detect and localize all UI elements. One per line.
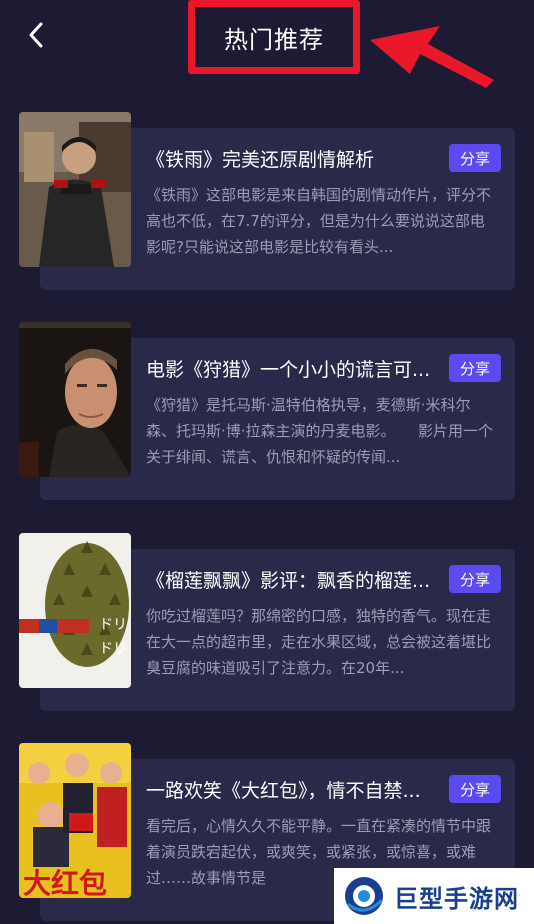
share-button[interactable]: 分享 [449,144,501,172]
article-title[interactable]: 一路欢笑《大红包》，情不自禁... [146,778,436,804]
back-button[interactable] [22,20,50,50]
list-item[interactable]: ドリ ドリ 《榴莲飘飘》影评：飘香的榴莲... 分享 你吃过榴莲吗？那绵密的口感… [0,533,534,713]
annotation-arrow-icon [370,26,494,88]
poster-thumbnail[interactable] [19,112,131,267]
article-title[interactable]: 《铁雨》完美还原剧情解析 [146,147,436,173]
article-description: 《铁雨》这部电影是来自韩国的剧情动作片，评分不高也不低，在7.7的评分，但是为什… [146,186,492,256]
watermark-text: 巨型手游网 [394,884,519,913]
article-description: 你吃过榴莲吗？那绵密的口感，独特的香气。现在走在大一点的超市里，走在水果区域，总… [146,607,492,677]
title-highlight-box: 热门推荐 [188,0,360,74]
article-title[interactable]: 电影《狩猎》一个小小的谎言可... [146,357,436,383]
poster-thumbnail[interactable]: 大红包 [19,743,131,898]
share-button[interactable]: 分享 [449,565,501,593]
header-bar: 热门推荐 [0,0,534,88]
chevron-left-icon [29,22,43,48]
share-button[interactable]: 分享 [449,775,501,803]
list-item[interactable]: 《铁雨》完美还原剧情解析 分享 《铁雨》这部电影是来自韩国的剧情动作片，评分不高… [0,112,534,292]
svg-text:ドリ: ドリ [99,617,127,633]
site-watermark: 巨型手游网 [334,868,534,924]
page-title: 热门推荐 [224,25,324,54]
list-item[interactable]: 电影《狩猎》一个小小的谎言可... 分享 《狩猎》是托马斯·温特伯格执导，麦德斯… [0,322,534,502]
svg-text:ドリ: ドリ [99,641,127,657]
poster-thumbnail[interactable]: ドリ ドリ [19,533,131,688]
svg-text:大红包: 大红包 [23,867,107,898]
poster-thumbnail[interactable] [19,322,131,477]
share-button[interactable]: 分享 [449,354,501,382]
article-description: 《狩猎》是托马斯·温特伯格执导，麦德斯·米科尔森、托玛斯·博·拉森主演的丹麦电影… [146,396,494,466]
site-logo-icon [345,877,384,915]
article-title[interactable]: 《榴莲飘飘》影评：飘香的榴莲... [146,568,436,594]
